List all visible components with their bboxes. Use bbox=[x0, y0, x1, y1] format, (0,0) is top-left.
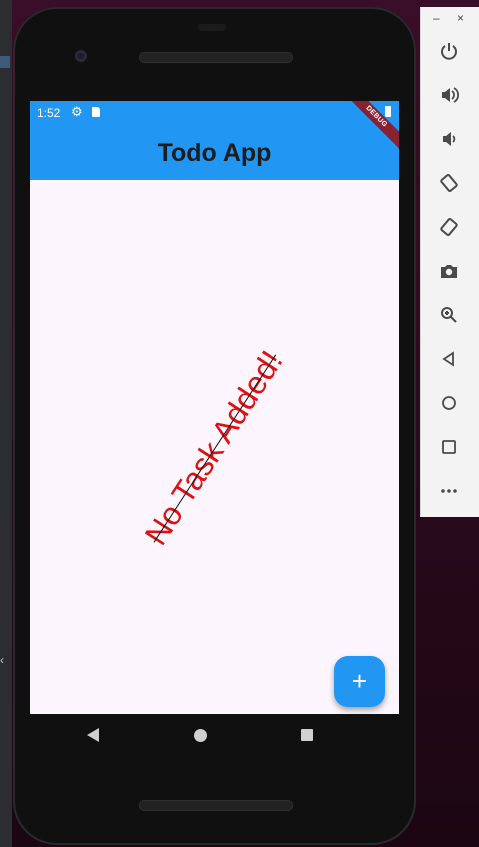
home-icon[interactable] bbox=[434, 388, 464, 418]
task-list-area: No Task Added! bbox=[30, 101, 399, 714]
recents-icon[interactable] bbox=[301, 729, 313, 741]
add-task-button[interactable]: + bbox=[334, 656, 385, 707]
emulator-panel: – × bbox=[420, 7, 479, 517]
front-camera bbox=[75, 50, 87, 62]
navigation-bar bbox=[17, 707, 386, 749]
empty-message: No Task Added! bbox=[137, 344, 290, 552]
camera-icon[interactable] bbox=[434, 256, 464, 286]
back-icon[interactable] bbox=[434, 344, 464, 374]
top-speaker bbox=[139, 52, 293, 63]
bottom-speaker bbox=[139, 800, 293, 811]
volume-down-icon[interactable] bbox=[434, 124, 464, 154]
volume-up-icon[interactable] bbox=[434, 80, 464, 110]
power-icon[interactable] bbox=[434, 36, 464, 66]
rotate-right-icon[interactable] bbox=[434, 212, 464, 242]
ide-marker bbox=[0, 56, 10, 68]
overview-icon[interactable] bbox=[434, 432, 464, 462]
minimize-button[interactable]: – bbox=[433, 11, 440, 25]
plus-icon: + bbox=[351, 666, 368, 696]
back-icon[interactable] bbox=[87, 728, 99, 742]
app-screen: 1:52 ⚙ Todo App DEBUG No Task Added! + bbox=[30, 101, 399, 714]
home-icon[interactable] bbox=[194, 729, 207, 742]
zoom-icon[interactable] bbox=[434, 300, 464, 330]
chevron-left-icon[interactable]: ‹ bbox=[0, 653, 4, 667]
more-icon[interactable] bbox=[434, 476, 464, 506]
close-button[interactable]: × bbox=[457, 11, 464, 25]
sensor bbox=[198, 24, 226, 31]
rotate-left-icon[interactable] bbox=[434, 168, 464, 198]
ide-side-strip: ‹ bbox=[0, 0, 12, 847]
